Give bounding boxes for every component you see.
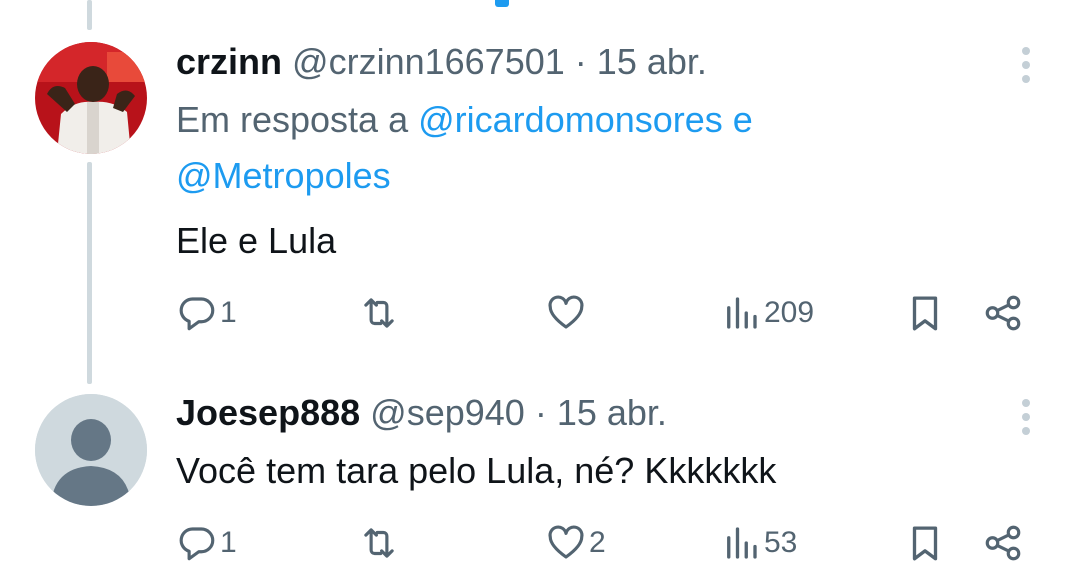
reply-count: 1 [220,526,237,559]
author-name[interactable]: Joesep888 [176,392,360,433]
bookmark-button[interactable] [904,292,946,334]
tweet-header: crzinn @crzinn1667501 · 15 abr. [176,41,707,83]
more-icon[interactable] [1022,399,1032,441]
tweet[interactable]: crzinn @crzinn1667501 · 15 abr. Em respo… [0,0,1079,360]
views-count: 53 [764,526,798,559]
tweet-date[interactable]: 15 abr. [557,392,667,433]
views-button[interactable]: 53 [720,522,797,564]
bookmark-button[interactable] [904,522,946,564]
action-bar: 1 209 [0,292,1079,342]
author-handle[interactable]: @sep940 [370,392,525,433]
views-icon [727,527,757,559]
tweet-text: Ele e Lula [176,220,337,261]
mention-link[interactable]: @ricardomonsores [418,99,723,140]
like-count: 2 [589,526,606,559]
default-avatar-icon [35,394,147,506]
share-icon [985,525,1021,561]
views-button[interactable]: 209 [720,292,814,334]
reply-prefix: Em resposta a [176,99,409,140]
avatar-photo [35,42,147,154]
reply-conjunction: e [732,99,753,140]
separator: · [534,392,547,433]
retweet-icon [364,298,394,328]
author-name[interactable]: crzinn [176,41,282,82]
like-button[interactable] [545,292,589,334]
share-icon [985,295,1021,331]
author-handle[interactable]: @crzinn1667501 [292,41,565,82]
share-button[interactable] [982,522,1024,564]
like-icon [548,295,584,329]
reply-icon [179,527,215,561]
retweet-button[interactable] [358,292,402,334]
like-icon [548,525,584,559]
tweet[interactable]: Joesep888 @sep940 · 15 abr. Você tem tar… [0,380,1079,571]
views-count: 209 [764,296,815,329]
reply-button[interactable]: 1 [176,292,237,334]
tweet-text: Você tem tara pelo Lula, né? Kkkkkkk [176,450,777,491]
share-button[interactable] [982,292,1024,334]
like-button[interactable]: 2 [545,522,606,564]
mention-link[interactable]: @Metropoles [176,155,391,196]
avatar[interactable] [35,42,147,154]
action-bar: 1 2 53 [0,522,1079,572]
reply-context: Em resposta a @ricardomonsores e @Metrop… [176,92,936,204]
separator: · [574,41,587,82]
tweet-date[interactable]: 15 abr. [597,41,707,82]
retweet-icon [364,528,394,558]
bookmark-icon [912,296,938,331]
views-icon [727,297,757,329]
tweet-header: Joesep888 @sep940 · 15 abr. [176,392,667,434]
bookmark-icon [912,526,938,561]
retweet-button[interactable] [358,522,402,564]
avatar[interactable] [35,394,147,506]
reply-icon [179,297,215,331]
more-icon[interactable] [1022,47,1032,89]
reply-count: 1 [220,296,237,329]
reply-button[interactable]: 1 [176,522,237,564]
